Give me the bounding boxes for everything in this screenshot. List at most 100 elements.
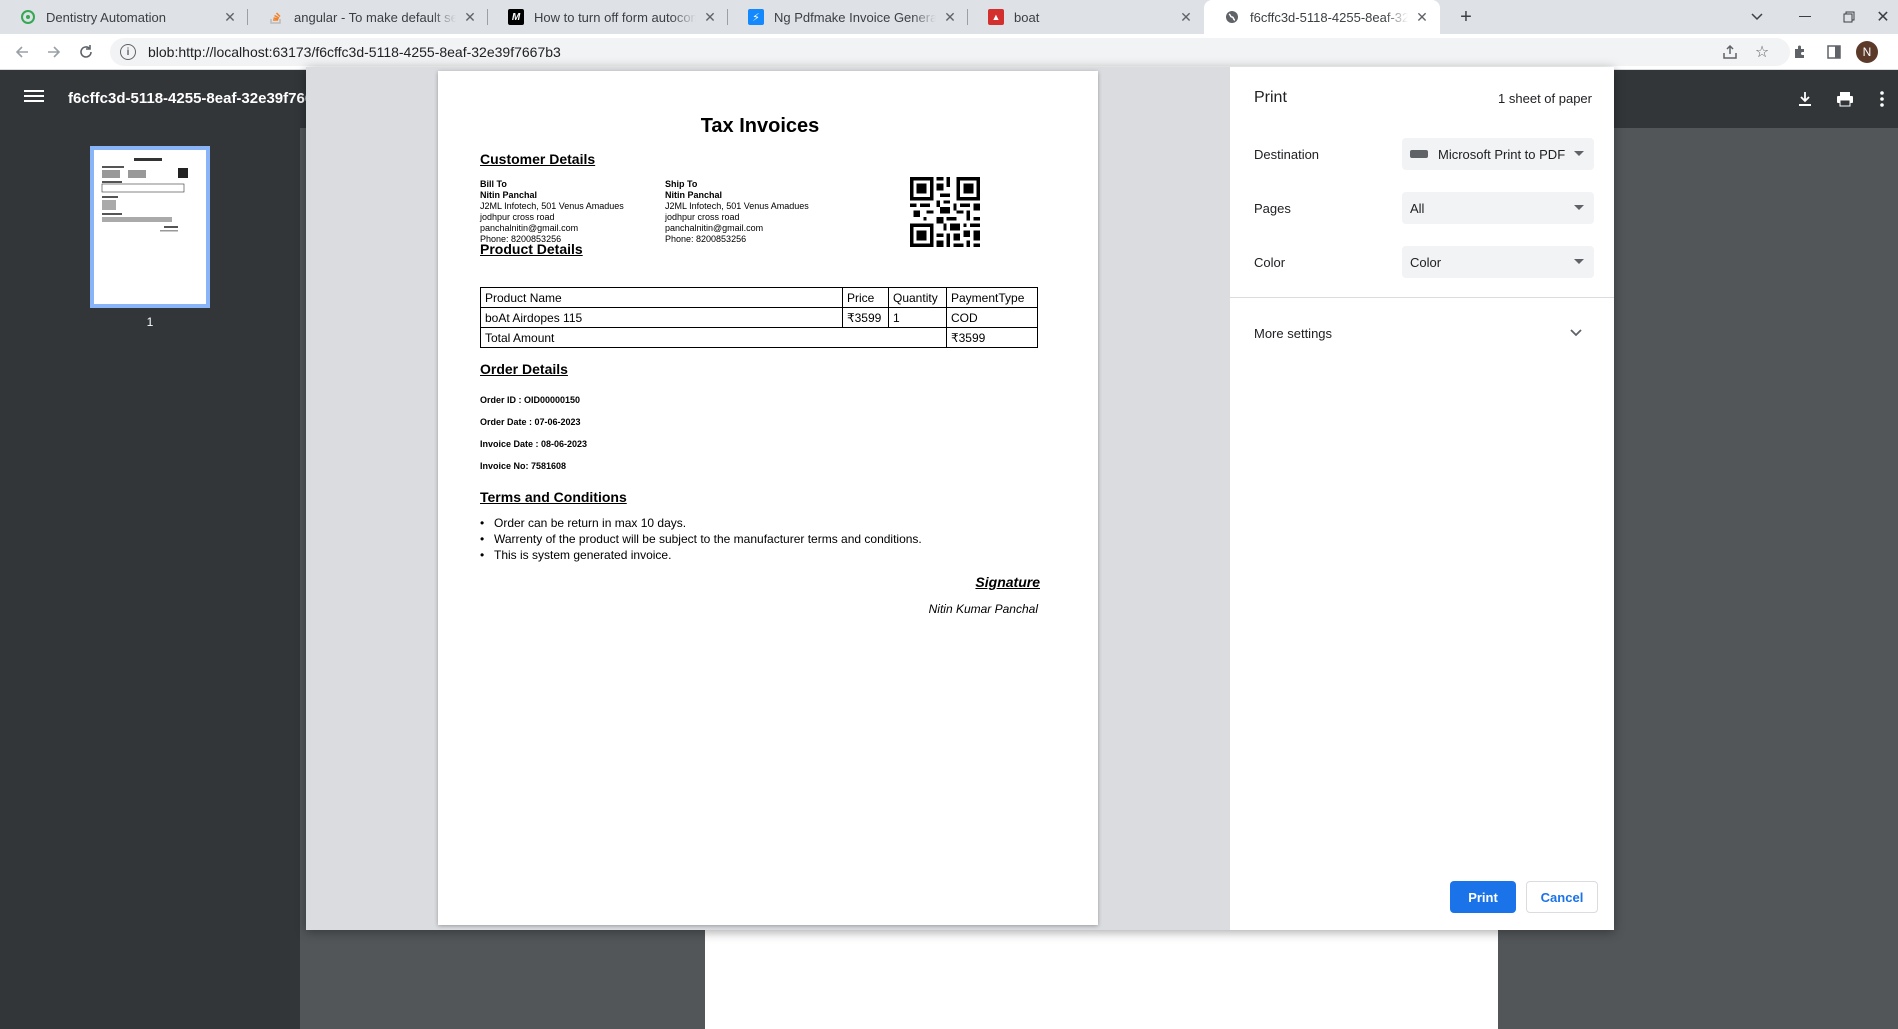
destination-label: Destination: [1254, 147, 1320, 162]
tab-title: How to turn off form autocomple: [534, 9, 696, 25]
destination-select[interactable]: Microsoft Print to PDF: [1402, 138, 1594, 170]
tab-title: angular - To make default selectio: [294, 9, 456, 25]
bill-to-name: Nitin Panchal: [480, 190, 538, 200]
minimize-icon[interactable]: [1790, 0, 1820, 34]
bill-to-email: panchalnitin@gmail.com: [480, 223, 579, 233]
ship-to-name: Nitin Panchal: [665, 190, 723, 200]
table-cell: ₹3599: [842, 307, 889, 328]
more-settings-toggle[interactable]: More settings: [1254, 326, 1332, 341]
invoice-title: Tax Invoices: [700, 115, 820, 137]
table-header-cell: PaymentType: [946, 287, 1038, 308]
bill-to-address1: J2ML Infotech, 501 Venus Amadues: [480, 201, 624, 211]
forward-arrow-icon[interactable]: [40, 38, 68, 66]
ship-to-address2: jodhpur cross road: [665, 212, 740, 222]
new-tab-plus-icon[interactable]: +: [1452, 0, 1480, 34]
stackblitz-favicon-icon: ⚡: [748, 9, 764, 25]
print-button[interactable]: Print: [1450, 881, 1516, 913]
extensions-puzzle-icon[interactable]: [1786, 38, 1814, 66]
medium-favicon-icon: M: [508, 9, 524, 25]
close-tab-icon[interactable]: ✕: [1414, 9, 1430, 26]
tab-title: Dentistry Automation: [46, 9, 166, 25]
dropdown-caret-icon: [1574, 151, 1584, 156]
product-table: Product Name Price Quantity PaymentType …: [480, 287, 1038, 348]
tab-angular[interactable]: angular - To make default selectio ✕: [248, 0, 488, 34]
ship-to-phone: Phone: 8200853256: [665, 234, 747, 244]
side-panel-icon[interactable]: [1820, 38, 1848, 66]
order-id: Order ID : OID00000150: [480, 395, 581, 405]
tab-dentistry[interactable]: Dentistry Automation ✕: [0, 0, 248, 34]
destination-value: Microsoft Print to PDF: [1438, 146, 1566, 162]
dropdown-caret-icon: [1574, 259, 1584, 264]
share-icon[interactable]: [1716, 38, 1744, 66]
tab-title: f6cffc3d-5118-4255-8eaf-32e39f7: [1250, 9, 1408, 25]
preview-sheet: Tax Invoices Customer Details Bill To Ni…: [438, 71, 1098, 925]
close-tab-icon[interactable]: ✕: [942, 9, 958, 26]
list-item: Order can be return in max 10 days.: [480, 515, 922, 531]
print-preview-area: Tax Invoices Customer Details Bill To Ni…: [306, 67, 1230, 930]
tab-boat[interactable]: ▲ boat ✕: [968, 0, 1204, 34]
table-header-cell: Price: [842, 287, 889, 308]
signature-label: Signature: [975, 574, 1040, 590]
table-total-row: Total Amount ₹3599: [480, 327, 1038, 348]
more-vert-icon[interactable]: [1872, 86, 1892, 112]
globe-favicon-icon: [1224, 9, 1240, 25]
stackoverflow-favicon-icon: [268, 9, 284, 25]
reload-icon[interactable]: [72, 38, 100, 66]
address-bar[interactable]: i blob:http://localhost:63173/f6cffc3d-5…: [110, 38, 1790, 66]
qr-code-icon: [910, 177, 980, 247]
tab-search-chevron-icon[interactable]: [1744, 0, 1770, 34]
profile-avatar[interactable]: N: [1856, 41, 1878, 63]
color-select[interactable]: Color: [1402, 246, 1594, 278]
restore-icon[interactable]: [1834, 0, 1864, 34]
invoice-date: Invoice Date : 08-06-2023: [480, 439, 588, 449]
table-header-cell: Quantity: [888, 287, 947, 308]
total-label-cell: Total Amount: [480, 327, 947, 348]
table-header-row: Product Name Price Quantity PaymentType: [480, 287, 1038, 308]
chevron-down-icon[interactable]: [1568, 324, 1584, 340]
tab-autocomplete[interactable]: M How to turn off form autocomple ✕: [488, 0, 728, 34]
close-tab-icon[interactable]: ✕: [462, 9, 478, 26]
sheet-count: 1 sheet of paper: [1498, 91, 1592, 106]
close-window-icon[interactable]: ✕: [1868, 0, 1898, 34]
order-details-heading: Order Details: [480, 361, 568, 377]
pdf-page: [705, 930, 1498, 1029]
page-thumbnail[interactable]: [90, 146, 210, 308]
table-cell: 1: [888, 307, 947, 328]
terms-heading: Terms and Conditions: [480, 489, 627, 505]
table-header-cell: Product Name: [480, 287, 843, 308]
table-cell: boAt Airdopes 115: [480, 307, 843, 328]
terms-list: Order can be return in max 10 days. Warr…: [480, 515, 922, 563]
thumbnail-page-number: 1: [146, 315, 154, 329]
bookmark-star-icon[interactable]: ☆: [1748, 38, 1776, 66]
dentistry-favicon-icon: [20, 9, 36, 25]
menu-hamburger-icon[interactable]: [22, 87, 46, 111]
tab-title: Ng Pdfmake Invoice Generator -: [774, 9, 936, 25]
print-settings-panel: Print 1 sheet of paper Destination Micro…: [1230, 67, 1614, 930]
tab-title: boat: [1014, 9, 1040, 25]
total-value-cell: ₹3599: [946, 327, 1038, 348]
print-icon[interactable]: [1832, 86, 1858, 112]
thumbnail-sidebar: 1: [0, 128, 300, 1029]
download-icon[interactable]: [1792, 86, 1818, 112]
site-info-icon[interactable]: i: [120, 44, 136, 60]
bill-to-block: Bill To Nitin Panchal J2ML Infotech, 501…: [480, 179, 624, 245]
tab-pdfmake[interactable]: ⚡ Ng Pdfmake Invoice Generator - ✕: [728, 0, 968, 34]
print-dialog: Tax Invoices Customer Details Bill To Ni…: [306, 67, 1614, 930]
pages-select[interactable]: All: [1402, 192, 1594, 224]
tab-blob-active[interactable]: f6cffc3d-5118-4255-8eaf-32e39f7 ✕: [1204, 0, 1440, 34]
product-details-heading: Product Details: [480, 241, 583, 257]
close-tab-icon[interactable]: ✕: [702, 9, 718, 26]
url-text[interactable]: blob:http://localhost:63173/f6cffc3d-511…: [148, 44, 561, 60]
back-arrow-icon[interactable]: [8, 38, 36, 66]
close-tab-icon[interactable]: ✕: [1178, 9, 1194, 26]
invoice-number: Invoice No: 7581608: [480, 461, 567, 471]
bill-to-label: Bill To: [480, 179, 507, 189]
ship-to-address1: J2ML Infotech, 501 Venus Amadues: [665, 201, 809, 211]
bill-to-address2: jodhpur cross road: [480, 212, 555, 222]
close-tab-icon[interactable]: ✕: [222, 9, 238, 26]
cancel-button[interactable]: Cancel: [1526, 881, 1598, 913]
color-label: Color: [1254, 255, 1286, 270]
table-cell: COD: [946, 307, 1038, 328]
pages-value: All: [1410, 200, 1425, 216]
list-item: This is system generated invoice.: [480, 547, 922, 563]
